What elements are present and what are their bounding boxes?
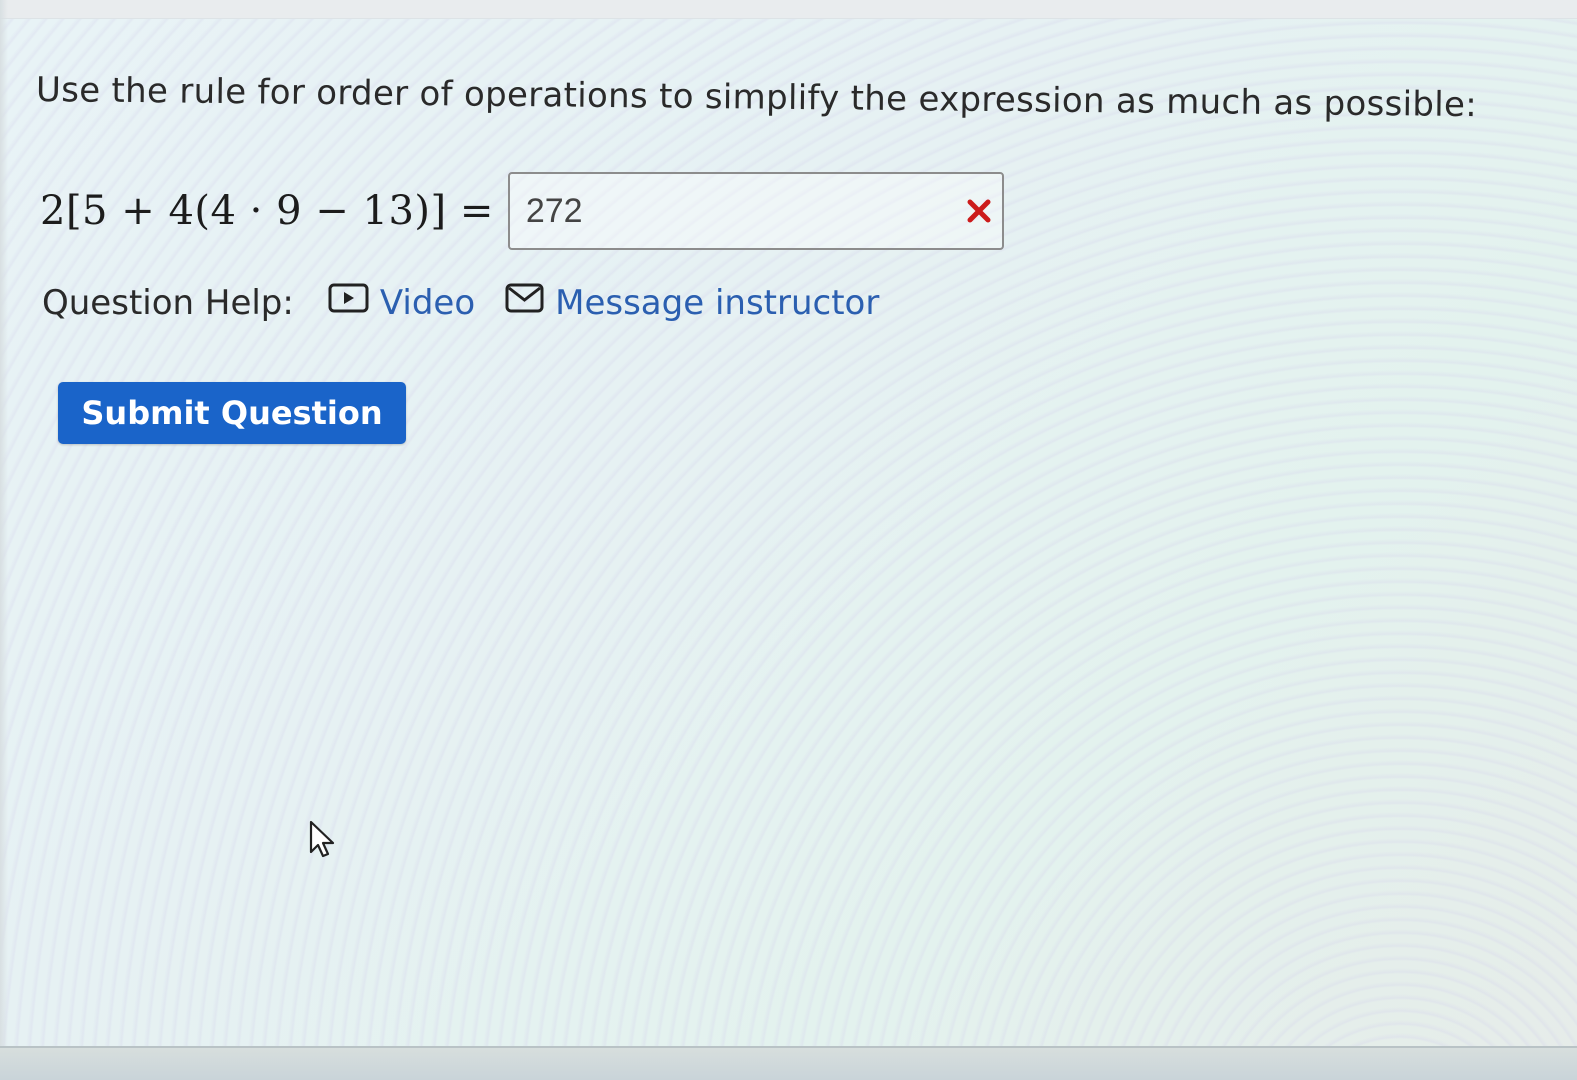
equation-row: 2[5 + 4(4 · 9 − 13)] = 272	[40, 172, 1004, 250]
x-mark-icon	[964, 196, 994, 226]
message-instructor-label[interactable]: Message instructor	[555, 283, 879, 323]
message-instructor-link[interactable]: Message instructor	[505, 282, 879, 323]
video-link-label[interactable]: Video	[380, 283, 475, 323]
question-help-row: Question Help: Video Message instructor	[42, 282, 909, 323]
math-expression: 2[5 + 4(4 · 9 − 13)] =	[40, 188, 494, 234]
page-top-edge	[0, 0, 1577, 19]
envelope-icon	[505, 282, 555, 323]
answer-input[interactable]: 272	[507, 172, 1004, 250]
screen-left-edge	[0, 0, 8, 1048]
question-prompt: Use the rule for order of operations to …	[35, 70, 1478, 126]
question-help-label: Question Help:	[42, 282, 294, 323]
answer-value[interactable]: 272	[526, 192, 583, 231]
screen-bottom-edge	[0, 1046, 1577, 1080]
submit-question-button[interactable]: Submit Question	[58, 382, 406, 444]
video-link[interactable]: Video	[328, 282, 475, 323]
mouse-pointer-icon	[308, 820, 338, 864]
play-icon	[328, 282, 380, 323]
